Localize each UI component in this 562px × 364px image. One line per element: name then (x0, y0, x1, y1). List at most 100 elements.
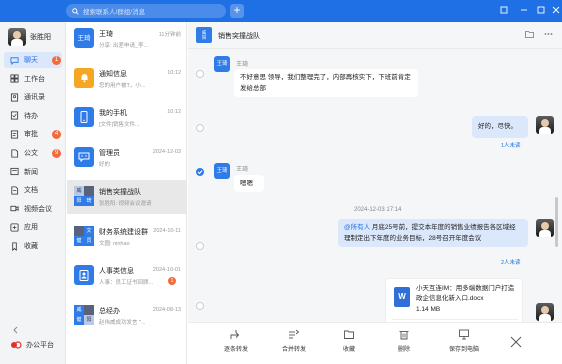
conversation-item[interactable]: 威 健阳总经办 2024-08-13 赵伟威成功发言 "... (67, 299, 186, 333)
conversation-name: 王琦 (99, 31, 113, 38)
conversation-name: 销售突撞战队 (99, 189, 141, 196)
nav-label: 审批 (24, 131, 38, 139)
delete-button[interactable]: 删除 (384, 329, 424, 353)
collapse-sidebar-icon[interactable] (12, 326, 20, 336)
conversation-avatar (74, 67, 94, 88)
nav-item-document[interactable]: 公文 9 (4, 145, 62, 161)
delete-label: 删除 (397, 347, 410, 353)
conversation-avatar: 王琦 (74, 28, 94, 48)
news-icon (10, 168, 19, 176)
nav-badge: 4 (52, 130, 61, 140)
conversation-item[interactable]: 我的手机 10:12 [文件]销售文件... (67, 101, 186, 135)
pin-icon[interactable] (500, 4, 508, 18)
nav-label: 待办 (24, 112, 38, 120)
conversation-item[interactable]: 文健员财务系统建设群 2024-10-11 文圆: ninhao (67, 220, 186, 254)
conversation-preview: 好的 (99, 161, 111, 168)
conversation-avatar (74, 146, 94, 167)
admin-chat-icon (78, 152, 90, 162)
favorite-button[interactable]: 收藏 (329, 329, 369, 353)
nav-label: 通讯录 (24, 94, 45, 102)
mention-all[interactable]: @所有人 (344, 224, 370, 231)
conversation-preview: 您的用户被T，小... (99, 82, 146, 89)
nav-label: 公文 (24, 150, 38, 157)
nav-label: 视频会议 (24, 205, 52, 213)
nav-item-todo[interactable]: 待办 (4, 108, 62, 124)
nav-item-contacts[interactable]: 通讯录 (4, 89, 62, 105)
nav-item-docs[interactable]: 文档 (4, 182, 62, 198)
conversation-time: 2024-12-03 (152, 148, 181, 155)
nav-label: 文档 (24, 187, 38, 195)
forward-label: 逐条转发 (223, 347, 248, 353)
my-avatar (536, 219, 554, 237)
nav-item-apps[interactable]: 应用 (4, 219, 62, 235)
merge-forward-label: 合并转发 (281, 347, 306, 353)
nav-item-chat[interactable]: 聊天 1 (4, 52, 62, 68)
merge-forward-button[interactable]: 合并转发 (274, 329, 314, 353)
conversation-avatar: 威 阳琦 (74, 186, 94, 206)
close-multiselect-icon[interactable] (510, 335, 522, 351)
conversation-item[interactable]: 管理员 2024-12-03 好的 (67, 141, 186, 175)
conversation-avatar (74, 265, 94, 285)
maximize-icon[interactable] (537, 4, 545, 18)
favorite-label: 收藏 (342, 347, 355, 353)
message-bubble[interactable]: 好的，尽快。 (472, 116, 528, 138)
forward-button[interactable]: 逐条转发 (216, 329, 256, 353)
group-avatar: 威阳 (196, 27, 212, 43)
message-bubble[interactable]: 嗯嗯 (234, 175, 264, 192)
nav-label: 收藏 (24, 243, 38, 250)
chat-icon (10, 56, 19, 65)
save-to-pc-label: 保存到电脑 (448, 347, 479, 353)
conversation-item[interactable]: 王琦 王琦 11分钟前 分享: 出差申请_李... (67, 22, 186, 56)
message-select-checkbox[interactable] (196, 70, 204, 78)
minimize-icon[interactable] (520, 4, 528, 18)
nav-item-video-meeting[interactable]: 视频会议 (4, 201, 62, 217)
sender-name: 王琦 (236, 167, 249, 173)
save-to-pc-icon (459, 329, 469, 340)
message-select-checkbox[interactable] (196, 302, 204, 310)
divider (392, 319, 518, 320)
conversation-item[interactable]: 通知信息 10:12 您的用户被T，小... (67, 62, 186, 96)
save-to-pc-button[interactable]: 保存到电脑 (442, 329, 486, 353)
chat-title: 销售突撞战队 (218, 33, 260, 40)
nav-item-favorites[interactable]: 收藏 (4, 238, 62, 254)
nav-label: 聊天 (24, 57, 38, 64)
phone-icon (80, 111, 88, 123)
scrollbar[interactable] (555, 197, 558, 247)
message-select-checkbox[interactable] (196, 168, 204, 176)
chat-header: 威阳 销售突撞战队 (188, 22, 562, 49)
conversation-avatar (74, 107, 94, 127)
message-select-checkbox[interactable] (196, 242, 204, 250)
nav-label: 应用 (24, 224, 38, 232)
search-placeholder: 搜索联系人/群组/消息 (83, 9, 146, 16)
more-icon[interactable] (544, 30, 553, 40)
conversation-time: 10:12 (167, 109, 181, 115)
current-user[interactable]: 张胜阳 (8, 28, 51, 46)
conversation-item[interactable]: 威 阳琦销售突撞战队 张胜阳: 视频会议邀请 (67, 180, 186, 214)
nav-item-news[interactable]: 新闻 (4, 164, 62, 180)
search-input[interactable]: 搜索联系人/群组/消息 (66, 4, 226, 18)
word-file-icon: W (394, 287, 410, 307)
favorites-icon (12, 241, 17, 251)
merge-forward-icon (289, 329, 300, 339)
file-size: 1.14 MB (416, 306, 441, 313)
message-select-checkbox[interactable] (196, 124, 204, 132)
read-status[interactable]: 1人未读 (501, 141, 521, 149)
office-platform-link[interactable]: 办公平台 (10, 340, 54, 350)
nav-item-workbench[interactable]: 工作台 (4, 71, 62, 87)
message-text: 月底25号前，提交本年度的销售业绩报告各区域经理制定出下年度的业务目标，28号召… (344, 224, 516, 242)
conversation-item[interactable]: 人事类信息 2024-10-01 人事：员工证书回顾... 1 (67, 259, 186, 293)
folder-icon[interactable] (525, 30, 534, 40)
add-button[interactable]: + (230, 4, 244, 18)
conversation-time: 10:12 (167, 69, 181, 76)
avatar (8, 28, 26, 46)
unread-badge: 1 (168, 277, 176, 285)
check-icon (197, 170, 203, 175)
read-status[interactable]: 2人未读 (501, 258, 521, 266)
conversation-preview: [文件]销售文件... (99, 122, 140, 128)
message-bubble[interactable]: @所有人 月底25号前，提交本年度的销售业绩报告各区域经理制定出下年度的业务目标… (338, 219, 528, 247)
bell-icon (81, 74, 87, 83)
close-window-icon[interactable] (552, 4, 560, 18)
message-bubble[interactable]: 不好意思 领导，我们整理完了，内部再核实下，下班前肯定发给总部 (234, 69, 418, 97)
nav-item-approval[interactable]: 审批 4 (4, 126, 62, 142)
platform-logo-icon (11, 341, 22, 349)
